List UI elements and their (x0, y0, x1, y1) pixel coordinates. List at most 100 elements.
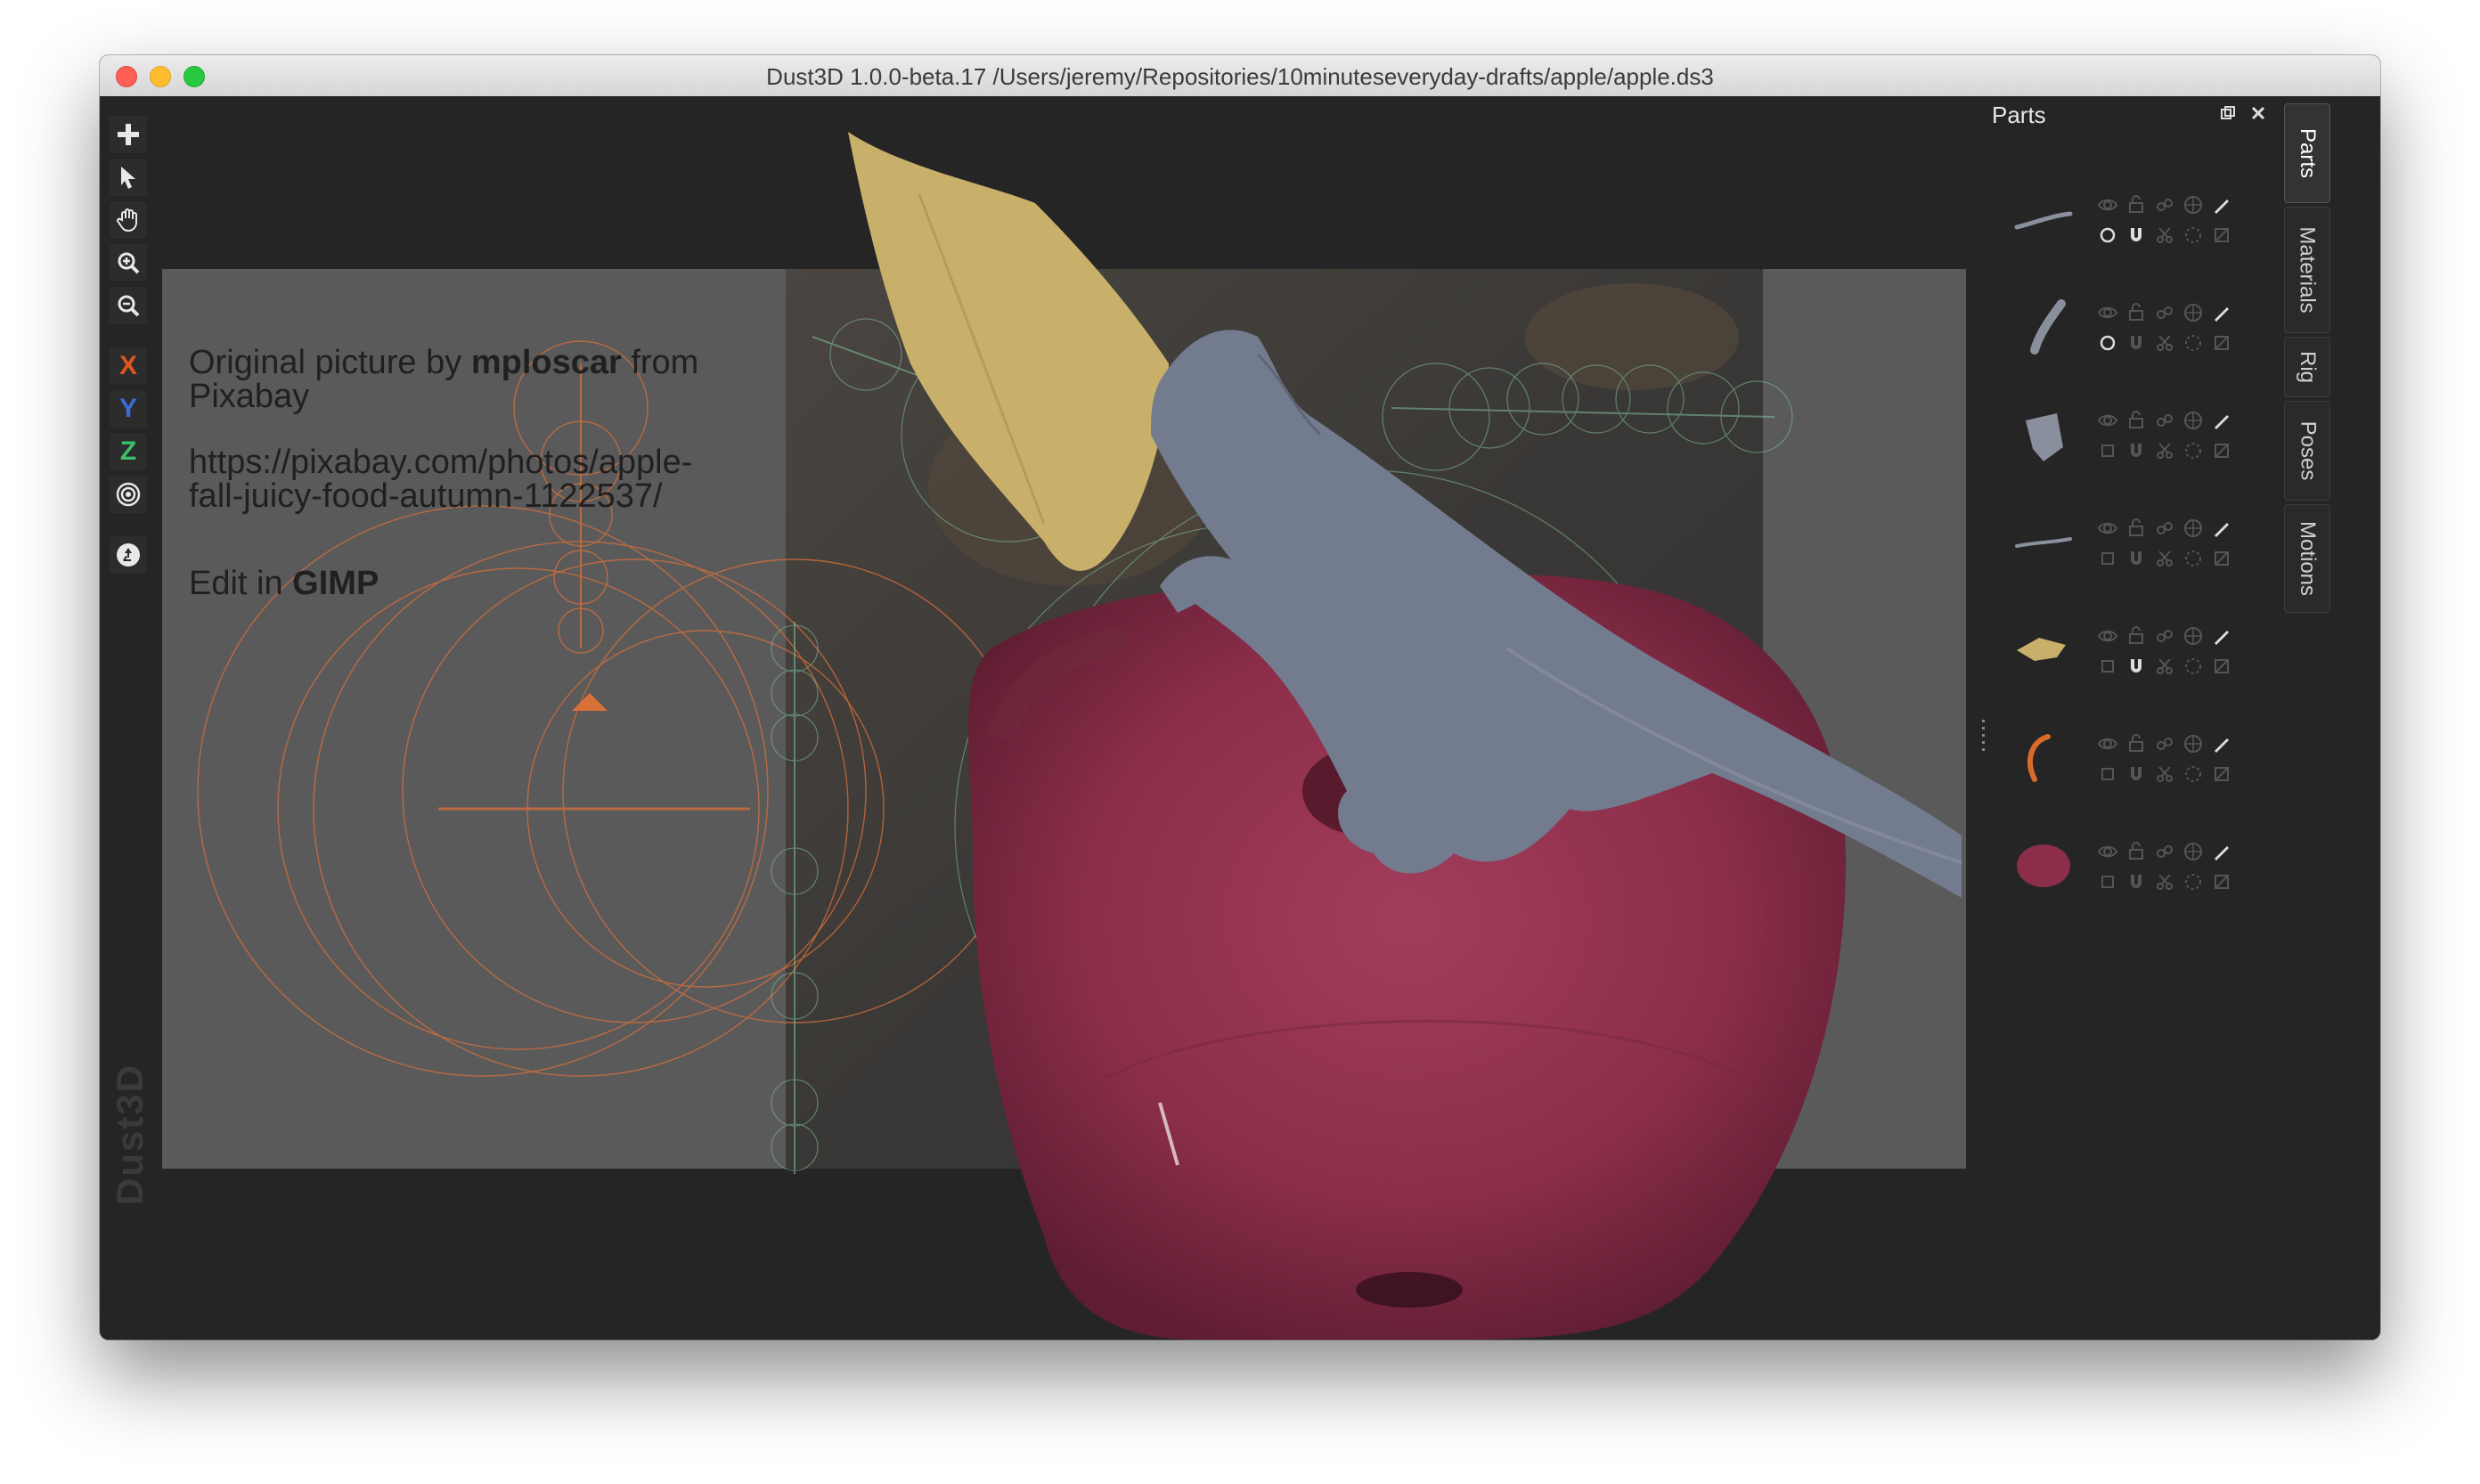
close-panel-icon[interactable] (2248, 103, 2268, 123)
lock-icon[interactable] (2125, 841, 2147, 862)
part-thumbnail[interactable] (2008, 618, 2079, 681)
rotate-icon[interactable] (2182, 332, 2204, 354)
subdivide-icon[interactable] (2097, 224, 2118, 246)
subdivide-icon[interactable] (2097, 548, 2118, 569)
subdivide-icon[interactable] (2097, 332, 2118, 354)
link-icon[interactable] (2154, 302, 2175, 323)
tab-rig[interactable]: Rig (2284, 337, 2330, 397)
add-icon[interactable] (110, 116, 147, 153)
subdivide-icon[interactable] (2097, 656, 2118, 677)
lock-icon[interactable] (2125, 733, 2147, 754)
recycle-icon[interactable] (110, 536, 147, 574)
editor-canvas[interactable]: X Y Z Dust3D Original picture by mplosca… (100, 96, 2380, 1340)
tab-parts[interactable]: Parts (2284, 103, 2330, 203)
chamfer-icon[interactable] (2211, 763, 2232, 785)
color-picker-icon[interactable] (2211, 625, 2232, 647)
x-axis-toggle[interactable]: X (110, 347, 147, 385)
scissors-icon[interactable] (2154, 440, 2175, 461)
mirror-magnet-icon[interactable] (2125, 440, 2147, 461)
zoom-out-icon[interactable] (110, 287, 147, 324)
color-picker-icon[interactable] (2211, 410, 2232, 431)
radial-mirror-icon[interactable] (110, 476, 147, 513)
lock-icon[interactable] (2125, 625, 2147, 647)
link-icon[interactable] (2154, 194, 2175, 216)
mirror-magnet-icon[interactable] (2125, 656, 2147, 677)
eye-icon[interactable] (2097, 194, 2118, 216)
subdivide-icon[interactable] (2097, 871, 2118, 893)
color-picker-icon[interactable] (2211, 194, 2232, 216)
mirror-magnet-icon[interactable] (2125, 871, 2147, 893)
splitter-handle[interactable] (1981, 720, 1986, 755)
rotate-icon[interactable] (2182, 763, 2204, 785)
part-row[interactable] (2008, 176, 2266, 265)
mirror-magnet-icon[interactable] (2125, 224, 2147, 246)
globe-icon[interactable] (2182, 625, 2204, 647)
globe-icon[interactable] (2182, 841, 2204, 862)
scissors-icon[interactable] (2154, 656, 2175, 677)
zoom-in-icon[interactable] (110, 244, 147, 281)
chamfer-icon[interactable] (2211, 440, 2232, 461)
part-row[interactable] (2008, 715, 2266, 804)
link-icon[interactable] (2154, 410, 2175, 431)
link-icon[interactable] (2154, 518, 2175, 539)
scissors-icon[interactable] (2154, 763, 2175, 785)
chamfer-icon[interactable] (2211, 871, 2232, 893)
scissors-icon[interactable] (2154, 332, 2175, 354)
globe-icon[interactable] (2182, 194, 2204, 216)
hand-pan-icon[interactable] (110, 201, 147, 239)
chamfer-icon[interactable] (2211, 224, 2232, 246)
scissors-icon[interactable] (2154, 871, 2175, 893)
part-row[interactable] (2008, 823, 2266, 912)
part-thumbnail[interactable] (2008, 187, 2079, 249)
part-thumbnail[interactable] (2008, 295, 2079, 357)
scissors-icon[interactable] (2154, 224, 2175, 246)
rotate-icon[interactable] (2182, 871, 2204, 893)
globe-icon[interactable] (2182, 302, 2204, 323)
color-picker-icon[interactable] (2211, 841, 2232, 862)
tab-materials[interactable]: Materials (2284, 207, 2330, 333)
part-row[interactable] (2008, 607, 2266, 697)
globe-icon[interactable] (2182, 518, 2204, 539)
lock-icon[interactable] (2125, 410, 2147, 431)
select-arrow-icon[interactable] (110, 159, 147, 196)
part-thumbnail[interactable] (2008, 510, 2079, 573)
lock-icon[interactable] (2125, 194, 2147, 216)
eye-icon[interactable] (2097, 841, 2118, 862)
rotate-icon[interactable] (2182, 440, 2204, 461)
color-picker-icon[interactable] (2211, 518, 2232, 539)
color-picker-icon[interactable] (2211, 302, 2232, 323)
part-row[interactable] (2008, 392, 2266, 481)
tab-motions[interactable]: Motions (2284, 504, 2330, 613)
globe-icon[interactable] (2182, 410, 2204, 431)
lock-icon[interactable] (2125, 518, 2147, 539)
mirror-magnet-icon[interactable] (2125, 763, 2147, 785)
chamfer-icon[interactable] (2211, 656, 2232, 677)
link-icon[interactable] (2154, 733, 2175, 754)
subdivide-icon[interactable] (2097, 440, 2118, 461)
part-thumbnail[interactable] (2008, 834, 2079, 896)
eye-icon[interactable] (2097, 518, 2118, 539)
tab-poses[interactable]: Poses (2284, 401, 2330, 501)
chamfer-icon[interactable] (2211, 548, 2232, 569)
part-thumbnail[interactable] (2008, 726, 2079, 788)
scissors-icon[interactable] (2154, 548, 2175, 569)
link-icon[interactable] (2154, 625, 2175, 647)
rotate-icon[interactable] (2182, 656, 2204, 677)
eye-icon[interactable] (2097, 625, 2118, 647)
eye-icon[interactable] (2097, 733, 2118, 754)
part-thumbnail[interactable] (2008, 403, 2079, 465)
float-panel-icon[interactable] (2218, 103, 2238, 123)
mirror-magnet-icon[interactable] (2125, 332, 2147, 354)
subdivide-icon[interactable] (2097, 763, 2118, 785)
globe-icon[interactable] (2182, 733, 2204, 754)
eye-icon[interactable] (2097, 302, 2118, 323)
part-row[interactable] (2008, 284, 2266, 373)
part-row[interactable] (2008, 500, 2266, 589)
z-axis-toggle[interactable]: Z (110, 433, 147, 470)
color-picker-icon[interactable] (2211, 733, 2232, 754)
link-icon[interactable] (2154, 841, 2175, 862)
rotate-icon[interactable] (2182, 548, 2204, 569)
rotate-icon[interactable] (2182, 224, 2204, 246)
mirror-magnet-icon[interactable] (2125, 548, 2147, 569)
chamfer-icon[interactable] (2211, 332, 2232, 354)
